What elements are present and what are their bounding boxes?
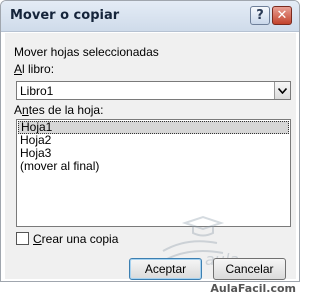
book-select[interactable]: Libro1 (16, 81, 291, 100)
before-sheet-label-prefix: A (14, 103, 23, 117)
close-icon: ✕ (276, 8, 288, 23)
ok-button[interactable]: Aceptar (129, 258, 202, 280)
help-icon: ? (256, 8, 264, 23)
footer: AulaFacil.com (0, 282, 302, 297)
create-copy-checkbox[interactable] (16, 232, 29, 245)
create-copy-label-mnemonic: C (33, 232, 42, 246)
create-copy-label-rest: rear una copia (41, 232, 119, 246)
dialog-body: Mover hojas seleccionadas Al libro: Libr… (5, 33, 296, 280)
book-label-mnemonic: A (14, 62, 23, 76)
list-item[interactable]: Hoja2 (17, 134, 290, 147)
help-button[interactable]: ? (250, 6, 270, 25)
book-label-rest: l libro: (22, 62, 55, 76)
before-sheet-label: Antes de la hoja: (14, 103, 103, 117)
move-copy-dialog: Mover o copiar ? ✕ Mover hojas seleccion… (0, 0, 300, 282)
list-item[interactable]: (mover al final) (17, 160, 290, 173)
list-item[interactable]: Hoja1 (18, 121, 289, 134)
before-sheet-list[interactable]: Hoja1 Hoja2 Hoja3 (mover al final) (16, 119, 291, 227)
before-sheet-label-rest: tes de la hoja: (28, 103, 104, 117)
dropdown-arrow-icon (278, 87, 287, 94)
move-selected-sheets-label: Mover hojas seleccionadas (14, 45, 159, 59)
create-copy-label[interactable]: Crear una copia (33, 232, 118, 246)
close-button[interactable]: ✕ (272, 6, 292, 25)
title-bar: Mover o copiar ? ✕ (1, 1, 299, 32)
book-label: Al libro: (14, 62, 54, 76)
cancel-button[interactable]: Cancelar (213, 258, 286, 280)
before-sheet-label-mnemonic: n (22, 103, 29, 117)
book-select-dropdown-button[interactable] (274, 82, 290, 99)
footer-brand: AulaFacil.com (210, 282, 296, 295)
dialog-title: Mover o copiar (10, 8, 120, 23)
book-select-value: Libro1 (20, 84, 54, 98)
